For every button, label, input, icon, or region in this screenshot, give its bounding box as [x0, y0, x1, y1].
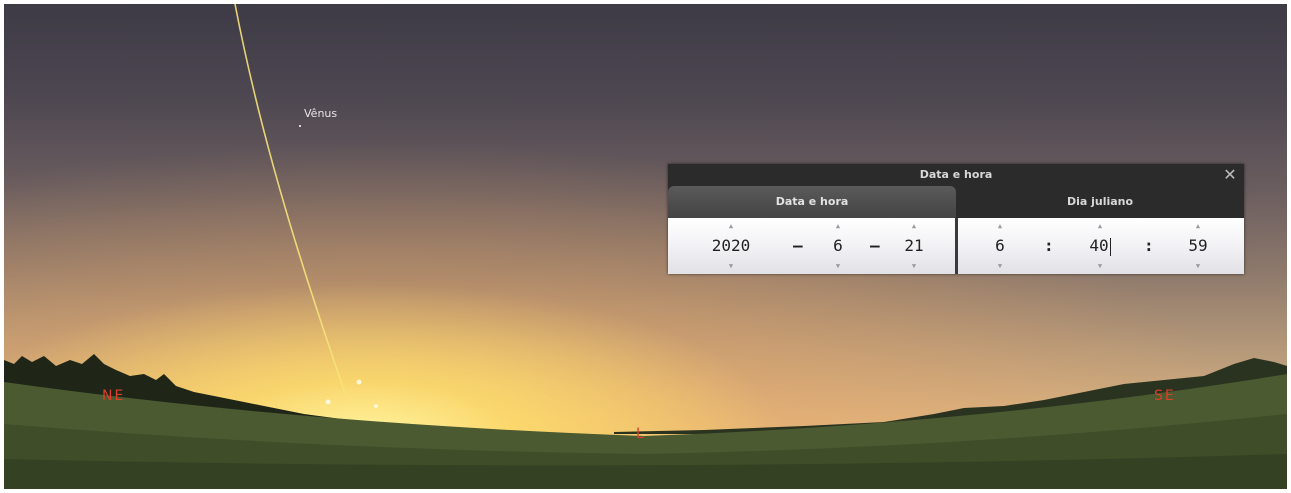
date-separator: – [793, 236, 803, 255]
day-down-arrow-icon[interactable]: ▼ [896, 261, 932, 271]
month-value[interactable]: 6 [820, 236, 856, 256]
year-down-arrow-icon[interactable]: ▼ [698, 261, 764, 271]
year-up-arrow-icon[interactable]: ▲ [698, 221, 764, 231]
minute-value[interactable]: 40 [1080, 236, 1120, 256]
cardinal-east: L [636, 426, 646, 442]
second-down-arrow-icon[interactable]: ▼ [1178, 261, 1218, 271]
year-value[interactable]: 2020 [698, 236, 764, 256]
month-spinbox[interactable]: ▲ 6 ▼ [820, 218, 856, 274]
close-icon[interactable]: ✕ [1222, 165, 1238, 185]
month-up-arrow-icon[interactable]: ▲ [820, 221, 856, 231]
date-separator: – [870, 236, 880, 255]
time-panel: ▲ 6 ▼ : ▲ 40 ▼ : ▲ 59 ▼ [958, 218, 1244, 274]
day-spinbox[interactable]: ▲ 21 ▼ [896, 218, 932, 274]
date-panel: ▲ 2020 ▼ – ▲ 6 ▼ – ▲ 21 ▼ [668, 218, 955, 274]
venus-label[interactable]: Vênus [304, 107, 337, 120]
hour-value[interactable]: 6 [982, 236, 1018, 256]
tab-date-time[interactable]: Data e hora [668, 186, 956, 218]
time-separator: : [1044, 236, 1054, 255]
day-up-arrow-icon[interactable]: ▲ [896, 221, 932, 231]
date-time-dialog: Data e hora ✕ Data e hora Dia juliano ▲ … [668, 164, 1244, 274]
cardinal-southeast: SE [1154, 388, 1176, 404]
minute-text: 40 [1089, 236, 1109, 255]
text-cursor [1109, 237, 1111, 256]
hour-down-arrow-icon[interactable]: ▼ [982, 261, 1018, 271]
dialog-title[interactable]: Data e hora [668, 164, 1244, 186]
year-spinbox[interactable]: ▲ 2020 ▼ [698, 218, 764, 274]
day-value[interactable]: 21 [896, 236, 932, 256]
minute-spinbox[interactable]: ▲ 40 ▼ [1080, 218, 1120, 274]
time-separator: : [1144, 236, 1154, 255]
hour-spinbox[interactable]: ▲ 6 ▼ [982, 218, 1018, 274]
hour-up-arrow-icon[interactable]: ▲ [982, 221, 1018, 231]
second-value[interactable]: 59 [1178, 236, 1218, 256]
second-spinbox[interactable]: ▲ 59 ▼ [1178, 218, 1218, 274]
minute-down-arrow-icon[interactable]: ▼ [1080, 261, 1120, 271]
month-down-arrow-icon[interactable]: ▼ [820, 261, 856, 271]
tab-julian-day[interactable]: Dia juliano [956, 186, 1244, 218]
minute-up-arrow-icon[interactable]: ▲ [1080, 221, 1120, 231]
second-up-arrow-icon[interactable]: ▲ [1178, 221, 1218, 231]
cardinal-northeast: NE [102, 388, 126, 404]
